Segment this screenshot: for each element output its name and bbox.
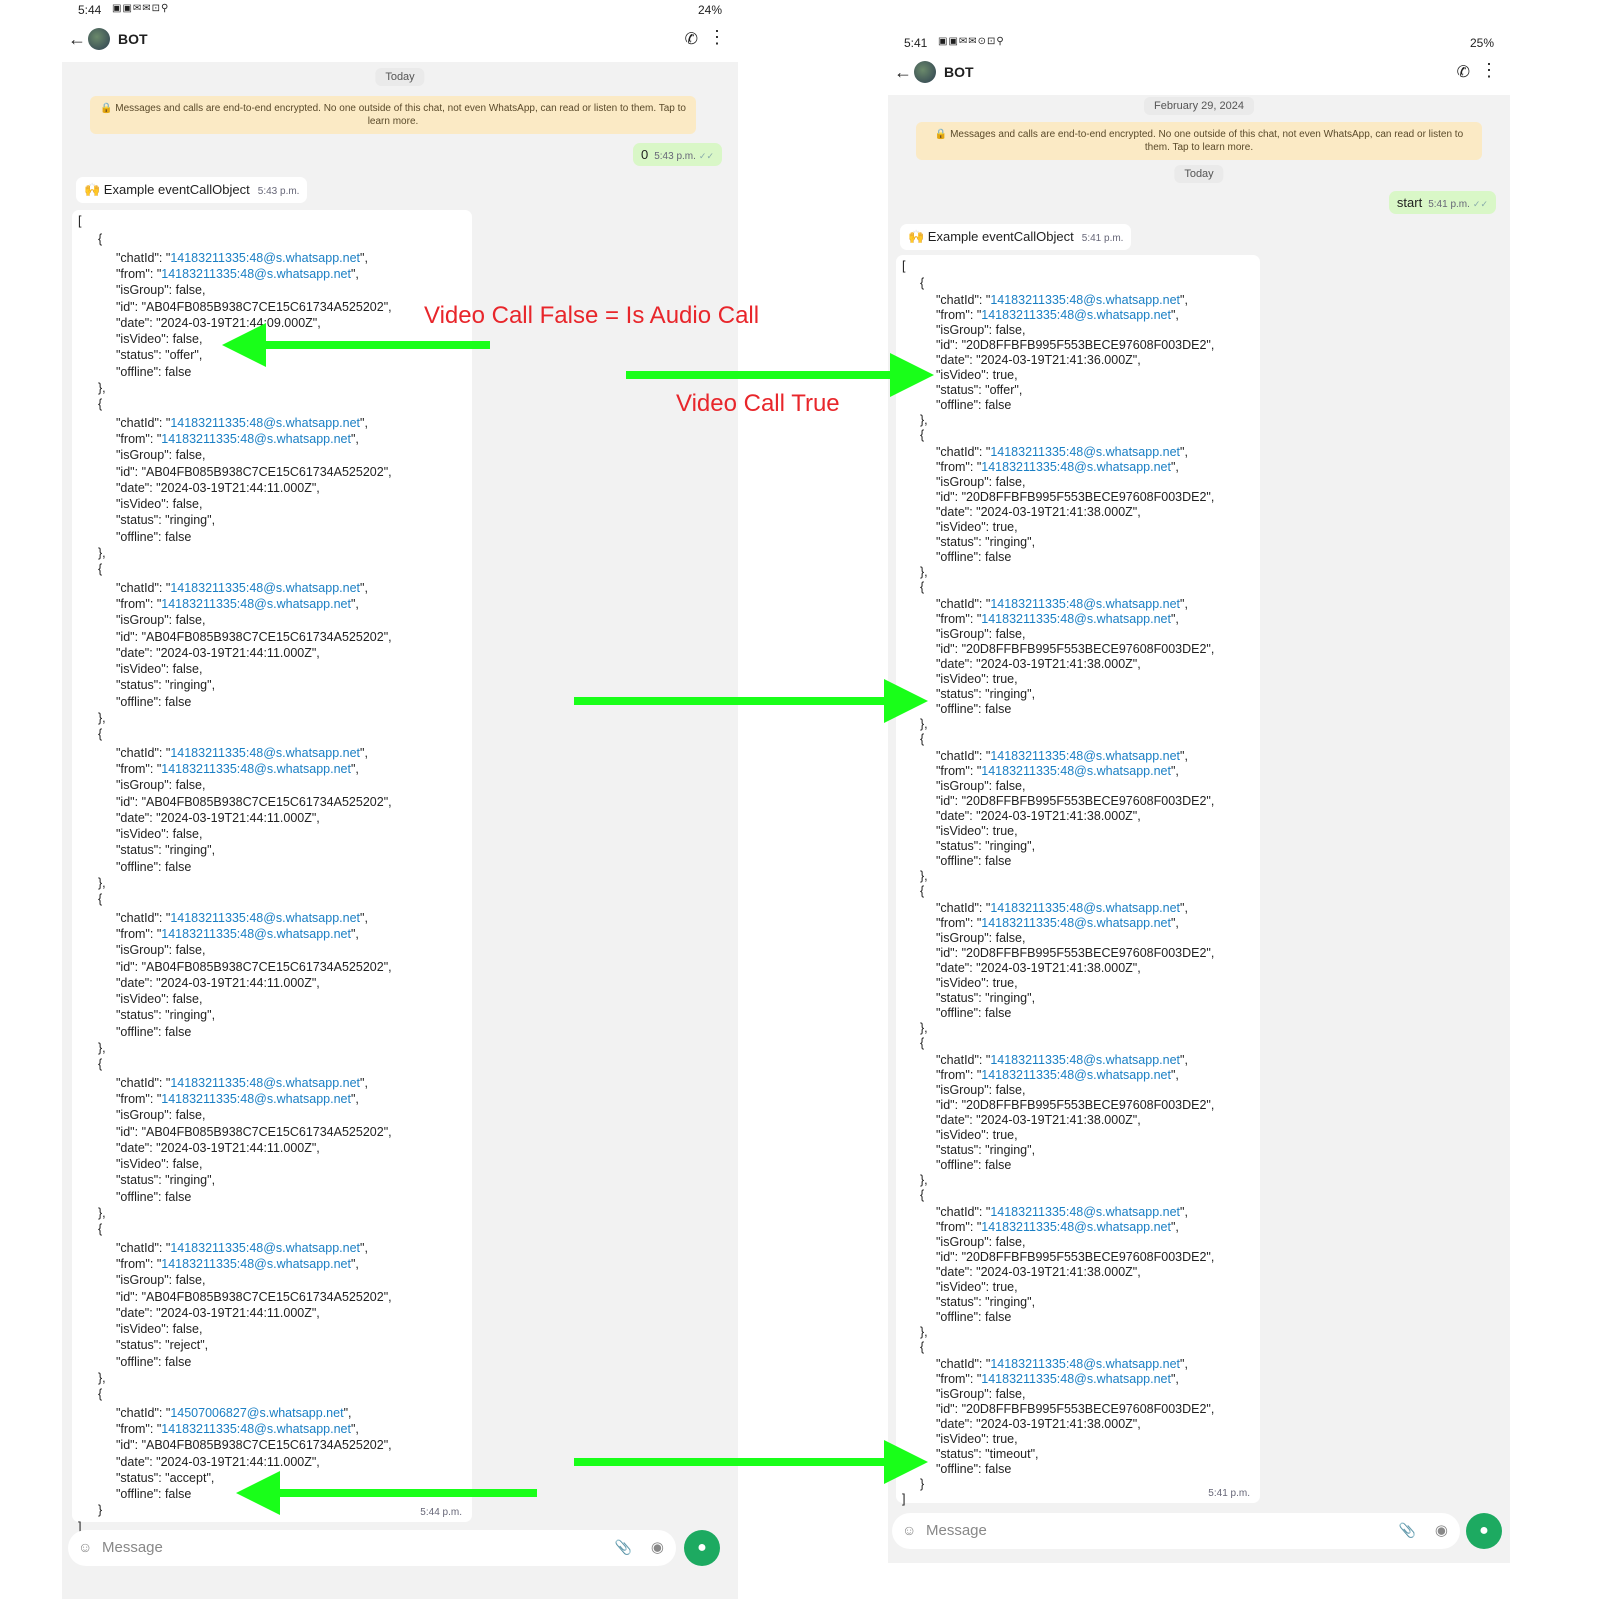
arrow-isvideo-false-head <box>222 323 266 367</box>
annotation-arrows <box>222 323 934 1515</box>
arrow-ringing-head <box>884 679 928 723</box>
arrow-accept-head <box>236 1471 280 1515</box>
arrow-timeout-head <box>884 1440 928 1484</box>
arrow-isvideo-true-head <box>890 353 934 397</box>
